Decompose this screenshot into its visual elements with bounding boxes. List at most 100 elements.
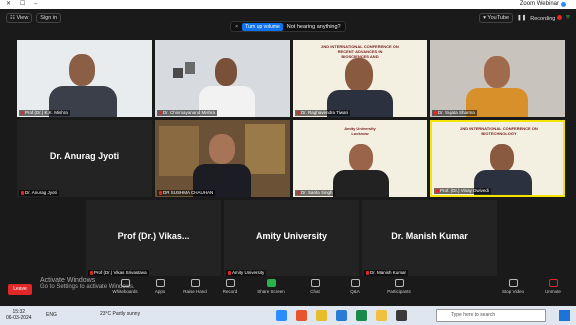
participant-name-label: Dr. Chinmayanand Mishra [157,110,218,116]
video-tile[interactable]: Dr. Sujata Sharma [430,40,565,117]
banner-text: Not hearing anything? [286,23,341,30]
wall-frame [185,62,195,74]
title-bar: ✕ ☐ – Zoom Webinar [0,0,576,9]
video-tile[interactable]: Dr. Chinmayanand Mishra [155,40,290,117]
video-tile[interactable]: 2ND INTERNATIONAL CONFERENCE ON RECENT A… [293,40,427,117]
office-taskbar-icon[interactable] [296,310,307,321]
recording-indicator: Recording [530,14,562,22]
pause-recording-icon[interactable]: ❚❚ [517,15,526,21]
active-speaker-tile[interactable]: 2ND INTERNATIONAL CONFERENCE ON BIOTECHN… [430,120,565,197]
whiteboards-label: Whiteboards [112,289,138,294]
participants-button[interactable]: Participants [384,279,414,294]
muted-mic-icon [366,270,369,275]
participant-face [490,144,514,172]
zoom-window: ✕ ☐ – Zoom Webinar ☷ View Sign in ▾ YouT… [0,0,576,325]
participant-name-label: Dr. Sujata Sharma [432,110,477,116]
participant-display-name: Amity University [255,230,328,241]
view-button[interactable]: ☷ View [6,13,33,23]
file-explorer-taskbar-icon[interactable] [376,310,387,321]
participant-name-label: DR SUSHMA CHAUHAN [157,190,216,196]
language-indicator[interactable]: ENG [46,312,57,318]
tile-name: Dr. Raghavendra Tiwari [301,110,349,115]
participant-face [209,134,235,164]
participant-name-label: Dr. Anurag Jyoti [19,190,59,196]
hand-icon [190,279,200,287]
sign-in-button[interactable]: Sign in [36,13,62,23]
youtube-live-button[interactable]: ▾ YouTube [479,13,514,23]
video-tile[interactable]: Dr. Anurag Jyoti Dr. Anurag Jyoti [17,120,152,197]
turn-up-volume-button[interactable]: Turn up volume [242,22,283,31]
windows-start-icon[interactable] [559,310,570,321]
close-window-button[interactable]: ✕ [6,0,11,9]
whiteboards-button[interactable]: Whiteboards [110,279,140,294]
chat-button[interactable]: Chat [300,279,330,294]
recording-label: Recording [530,15,556,22]
tile-name: Dr. Sujata Sharma [438,110,475,115]
muted-mic-icon [228,270,231,275]
maximize-window-button[interactable]: ☐ [20,0,25,9]
video-tile[interactable]: Prof.(Dr.) K.K. Mishra [17,40,152,117]
participant-face [345,58,373,92]
tile-name: DR SUSHMA CHAUHAN [163,190,214,195]
taskbar-clock[interactable]: 15:32 06-03-2024 [6,309,32,321]
tile-name: Prof (Dr.) Vikas Srivastava [94,270,147,275]
task-view-icon[interactable] [396,310,407,321]
muted-mic-icon [21,190,24,195]
muted-mic-icon [548,279,558,287]
raise-hand-button[interactable]: Raise Hand [180,279,210,294]
participant-face [349,144,373,172]
record-button[interactable]: Record [215,279,245,294]
stop-video-button[interactable]: Stop Video [498,279,528,294]
participant-display-name: Prof (Dr.) Vikas... [117,230,190,241]
view-label: View [16,15,29,21]
qa-label: Q&A [350,289,360,294]
zoom-logo-icon [561,2,566,7]
participants-icon [394,279,404,287]
edge-taskbar-icon[interactable] [336,310,347,321]
share-screen-button[interactable]: Share Screen [256,279,286,294]
muted-mic-icon [159,110,162,115]
leave-button[interactable]: Leave [8,284,32,295]
chrome-taskbar-icon[interactable] [316,310,327,321]
tile-name: Dr. Manish Kumar [370,270,407,275]
zoom-taskbar-icon[interactable] [276,310,287,321]
muted-mic-icon [297,110,300,115]
muted-mic-icon [436,188,439,193]
clock-date: 06-03-2024 [6,315,32,321]
participant-name-label: Prof.(Dr.) K.K. Mishra [19,110,70,116]
video-tile[interactable]: Prof (Dr.) Vikas... Prof (Dr.) Vikas Sri… [86,200,221,277]
qa-button[interactable]: Q&A [340,279,370,294]
tile-name: Dr. Anurag Jyoti [25,190,57,195]
audio-banner: × Turn up volume Not hearing anything? [230,21,346,32]
recording-dot-icon [556,14,562,20]
poster-line: Lucknow [351,131,369,136]
banner-close-button[interactable]: × [235,24,238,30]
apps-icon [155,279,165,287]
record-label: Record [222,289,238,294]
minimize-window-button[interactable]: – [34,0,37,9]
chat-label: Chat [310,289,320,294]
share-screen-icon [266,279,276,287]
muted-mic-icon [434,110,437,115]
tile-name: Prof.(Dr.) K.K. Mishra [25,110,68,115]
video-camera-icon [508,279,518,287]
apps-button[interactable]: Apps [145,279,175,294]
taskbar-search-box[interactable]: Type here to search [436,309,546,322]
weather-widget[interactable]: 23°C Partly sunny [100,311,140,317]
muted-mic-icon [21,110,24,115]
video-tile[interactable]: Dr. Manish Kumar Dr. Manish Kumar [362,200,497,277]
tile-name: Dr. Sarita Singh [301,190,333,195]
participant-face [484,56,510,88]
tile-name: Dr. Chinmayanand Mishra [163,110,216,115]
stop-video-label: Stop Video [502,289,524,294]
unmute-button[interactable]: Unmute [538,279,568,294]
video-tile[interactable]: Amity University Lucknow Dr. Sarita Sing… [293,120,427,197]
security-shield-icon[interactable]: ⛨ [566,15,570,22]
video-tile[interactable]: DR SUSHMA CHAUHAN [155,120,290,197]
windows-taskbar: 15:32 06-03-2024 ENG 23°C Partly sunny T… [0,306,576,325]
excel-taskbar-icon[interactable] [356,310,367,321]
video-tile[interactable]: Amity University Amity University [224,200,359,277]
participant-face [69,54,95,86]
bookshelf [159,126,199,176]
window-title: Zoom Webinar [520,0,566,9]
